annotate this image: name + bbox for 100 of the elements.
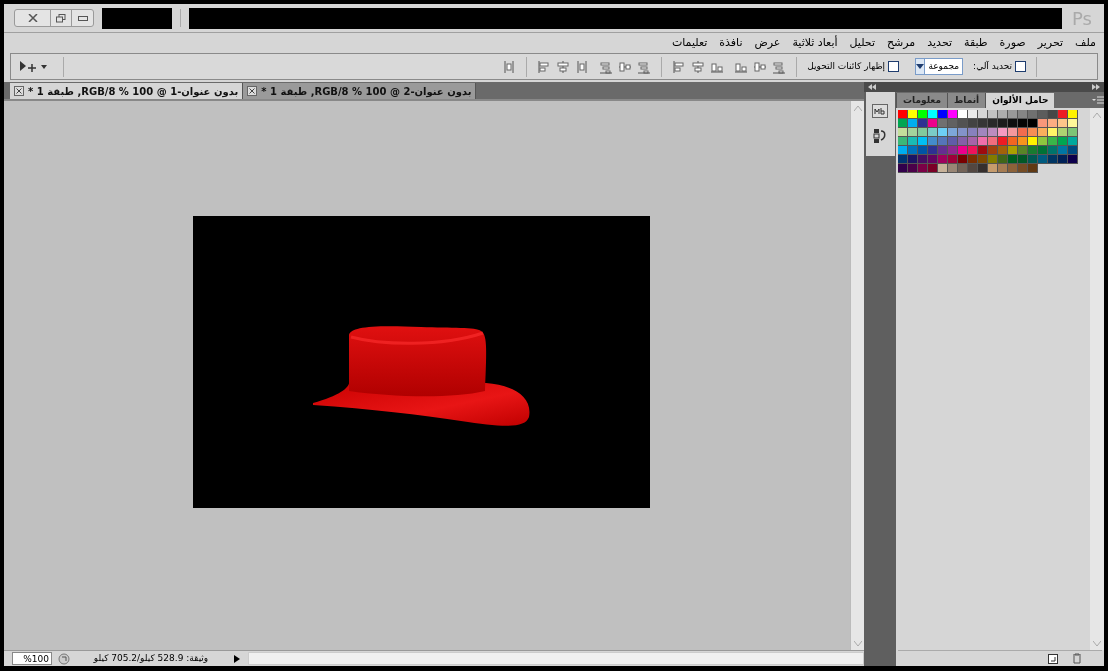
close-icon[interactable] <box>247 86 258 96</box>
color-swatch[interactable] <box>1028 119 1038 128</box>
document-tab[interactable]: بدون عنوان-2 @ 100 % RGB/8, طبقة 1 * <box>243 83 477 99</box>
align-icon[interactable] <box>618 59 633 74</box>
color-swatch[interactable] <box>988 155 998 164</box>
color-swatch[interactable] <box>1038 137 1048 146</box>
color-swatch[interactable] <box>918 146 928 155</box>
color-swatch[interactable] <box>1068 110 1078 119</box>
chevron-down-icon[interactable] <box>1093 640 1101 646</box>
color-swatch[interactable] <box>908 164 918 173</box>
color-swatch[interactable] <box>968 146 978 155</box>
color-swatch[interactable] <box>918 137 928 146</box>
align-icon[interactable] <box>556 59 571 74</box>
color-swatch[interactable] <box>898 137 908 146</box>
color-swatch[interactable] <box>1048 128 1058 137</box>
color-swatch[interactable] <box>968 164 978 173</box>
color-swatch[interactable] <box>1028 164 1038 173</box>
color-swatch[interactable] <box>998 119 1008 128</box>
color-swatch[interactable] <box>998 155 1008 164</box>
color-swatch[interactable] <box>1008 128 1018 137</box>
color-swatch[interactable] <box>898 155 908 164</box>
panel-tab[interactable]: معلومات <box>896 93 947 108</box>
color-swatch[interactable] <box>938 146 948 155</box>
color-swatch[interactable] <box>928 137 938 146</box>
chevron-down-icon[interactable] <box>853 640 862 646</box>
color-swatch[interactable] <box>1038 146 1048 155</box>
menu-item[interactable]: تحديد <box>927 34 953 52</box>
color-swatch[interactable] <box>918 110 928 119</box>
horizontal-scrollbar[interactable] <box>248 652 864 665</box>
color-swatch[interactable] <box>978 110 988 119</box>
color-swatch[interactable] <box>998 164 1008 173</box>
color-swatch[interactable] <box>978 155 988 164</box>
color-swatch[interactable] <box>938 128 948 137</box>
panel-tab[interactable]: حامل الألوان <box>985 93 1055 108</box>
menu-item[interactable]: طبقة <box>964 34 988 52</box>
color-swatch[interactable] <box>938 110 948 119</box>
color-swatch[interactable] <box>958 137 968 146</box>
color-swatch[interactable] <box>938 137 948 146</box>
color-swatch[interactable] <box>978 164 988 173</box>
play-icon[interactable] <box>232 653 242 664</box>
color-swatch[interactable] <box>998 137 1008 146</box>
align-icon[interactable] <box>672 59 687 74</box>
color-swatch[interactable] <box>958 128 968 137</box>
align-icon[interactable] <box>575 59 590 74</box>
color-swatch[interactable] <box>948 164 958 173</box>
color-swatch[interactable] <box>1018 119 1028 128</box>
color-swatch[interactable] <box>898 164 908 173</box>
color-swatch[interactable] <box>1008 119 1018 128</box>
color-swatch[interactable] <box>898 146 908 155</box>
color-swatch[interactable] <box>1058 110 1068 119</box>
color-swatch[interactable] <box>898 110 908 119</box>
menu-item[interactable]: عرض <box>754 34 781 52</box>
color-swatch[interactable] <box>918 128 928 137</box>
color-swatch[interactable] <box>948 119 958 128</box>
align-icon[interactable] <box>537 59 552 74</box>
color-swatch[interactable] <box>1068 128 1078 137</box>
menu-item[interactable]: تحرير <box>1037 34 1064 52</box>
color-swatch[interactable] <box>1038 128 1048 137</box>
color-swatch[interactable] <box>938 119 948 128</box>
color-swatch[interactable] <box>1068 146 1078 155</box>
color-swatch[interactable] <box>908 155 918 164</box>
vertical-scrollbar[interactable] <box>850 101 864 650</box>
color-swatch[interactable] <box>988 110 998 119</box>
color-swatch[interactable] <box>908 146 918 155</box>
menu-item[interactable]: مرشح <box>887 34 916 52</box>
color-swatch[interactable] <box>928 155 938 164</box>
color-swatch[interactable] <box>1008 137 1018 146</box>
collapse-icon[interactable] <box>868 84 876 90</box>
history-icon[interactable] <box>873 128 887 144</box>
menu-item[interactable]: ملف <box>1075 34 1096 52</box>
color-swatch[interactable] <box>928 110 938 119</box>
color-swatch[interactable] <box>1058 155 1068 164</box>
color-swatch[interactable] <box>1058 137 1068 146</box>
status-menu-icon[interactable] <box>58 652 70 665</box>
color-swatch[interactable] <box>968 128 978 137</box>
color-swatch[interactable] <box>1068 155 1078 164</box>
color-swatch[interactable] <box>1028 146 1038 155</box>
color-swatch[interactable] <box>948 110 958 119</box>
color-swatch[interactable] <box>988 137 998 146</box>
color-swatch[interactable] <box>958 164 968 173</box>
color-swatch[interactable] <box>1028 137 1038 146</box>
color-swatch[interactable] <box>1018 146 1028 155</box>
color-swatch[interactable] <box>908 110 918 119</box>
color-swatch[interactable] <box>1058 119 1068 128</box>
align-icon[interactable] <box>772 59 787 74</box>
new-swatch-icon[interactable] <box>1048 653 1058 664</box>
color-swatch[interactable] <box>898 119 908 128</box>
checkbox[interactable] <box>888 61 900 72</box>
document-tab[interactable]: بدون عنوان-1 @ 100 % RGB/8, طبقة 1 * <box>10 83 244 99</box>
expand-icon[interactable] <box>1092 84 1100 90</box>
color-swatch[interactable] <box>1008 155 1018 164</box>
color-swatch[interactable] <box>1058 146 1068 155</box>
align-icon[interactable] <box>599 59 614 74</box>
color-swatch[interactable] <box>958 110 968 119</box>
checkbox[interactable] <box>1015 61 1026 72</box>
color-swatch[interactable] <box>1018 155 1028 164</box>
color-swatch[interactable] <box>938 164 948 173</box>
color-swatch[interactable] <box>968 119 978 128</box>
mini-bridge-icon[interactable] <box>872 104 888 118</box>
close-icon[interactable] <box>14 86 24 96</box>
